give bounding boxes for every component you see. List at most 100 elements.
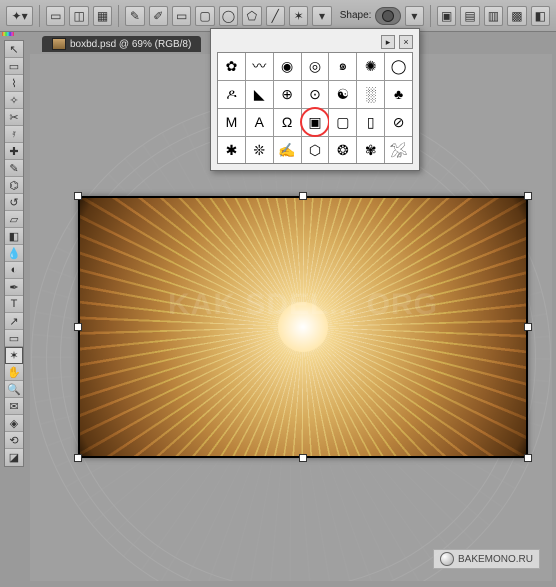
shape-ring[interactable]: ◯ [385, 53, 412, 80]
shape-flower[interactable]: ✾ [357, 137, 384, 164]
shape-frame-square[interactable]: ▣ [302, 109, 329, 136]
freeform-pen-icon[interactable]: ✐ [149, 6, 168, 26]
combine-exclude-icon[interactable]: ▩ [507, 6, 526, 26]
document-title: boxbd.psd @ 69% (RGB/8) [70, 39, 191, 50]
shape-frame-soft[interactable]: ▢ [329, 109, 356, 136]
tool-wand[interactable]: ✧ [5, 92, 23, 109]
shape-grid: ✿ 〰 ◉ ◎ ๑ ✺ ◯ ዶ ◣ ⊕ ⊙ ☯ ░ ♣ M A Ω ▣ ▢ ▯ … [217, 52, 413, 164]
polygon-icon[interactable]: ⬠ [242, 6, 261, 26]
handle-bottom-right[interactable] [524, 454, 532, 462]
shape-target[interactable]: ◎ [302, 53, 329, 80]
separator [39, 5, 40, 27]
shape-no-entry[interactable]: ⊘ [385, 109, 412, 136]
tool-clone[interactable]: ⌬ [5, 177, 23, 194]
shape-spiral[interactable]: ๑ [329, 53, 356, 80]
document-tab[interactable]: boxbd.psd @ 69% (RGB/8) [42, 36, 201, 52]
shape-dot-ring[interactable]: ⊙ [302, 81, 329, 108]
tool-history-brush[interactable]: ↺ [5, 194, 23, 211]
tool-gradient[interactable]: ◧ [5, 228, 23, 245]
shape-swatch[interactable] [375, 7, 400, 25]
handle-top-left[interactable] [74, 192, 82, 200]
rrect-icon[interactable]: ▢ [195, 6, 214, 26]
tool-dodge[interactable]: ◐ [5, 262, 23, 279]
pen-icon[interactable]: ✎ [125, 6, 144, 26]
shape-halftone[interactable]: ░ [357, 81, 384, 108]
shape-yin[interactable]: ☯ [329, 81, 356, 108]
tool-zoom[interactable]: 🔍 [5, 381, 23, 398]
shape-label: Shape: [340, 10, 372, 21]
shape-circle-ornate[interactable]: ◉ [274, 53, 301, 80]
tool-eraser[interactable]: ▱ [5, 211, 23, 228]
shape-bird[interactable]: 𓅮 [385, 137, 412, 164]
handle-top-mid[interactable] [299, 192, 307, 200]
handle-mid-left[interactable] [74, 323, 82, 331]
tool-pen[interactable]: ✒ [5, 279, 23, 296]
combine-subtract-icon[interactable]: ▤ [460, 6, 479, 26]
footer-logo-icon [440, 552, 454, 566]
artwork-frame[interactable]: KAK SDEL... ORG [78, 196, 528, 458]
selection-highlight-icon [300, 107, 330, 137]
shape-swatch-icon [382, 10, 394, 22]
tool-rotate-view[interactable]: ⟲ [5, 432, 23, 449]
shape-swirl[interactable]: 〰 [246, 53, 273, 80]
shape-splat-a[interactable]: ✱ [218, 137, 245, 164]
handle-bottom-left[interactable] [74, 454, 82, 462]
custom-shape-picker: ▸ × ✿ 〰 ◉ ◎ ๑ ✺ ◯ ዶ ◣ ⊕ ⊙ ☯ ░ ♣ M A Ω ▣ … [210, 28, 420, 171]
fill-pixels-icon[interactable]: ▦ [93, 6, 112, 26]
custom-shape-icon[interactable]: ✶ [289, 6, 308, 26]
tool-rectangle[interactable]: ▭ [5, 330, 23, 347]
tool-type[interactable]: T [5, 296, 23, 313]
shape-picker-close-icon[interactable]: × [399, 35, 413, 49]
tool-custom-shape[interactable]: ✶ [5, 347, 23, 364]
paths-icon[interactable]: ◫ [69, 6, 88, 26]
shape-picker-menu-icon[interactable]: ▸ [381, 35, 395, 49]
shape-tree[interactable]: ♣ [385, 81, 412, 108]
color-strip-icon [2, 32, 14, 36]
toolbox: ↖ ▭ ⌇ ✧ ✂ 𝄿 ✚ ✎ ⌬ ↺ ▱ ◧ 💧 ◐ ✒ T ↗ ▭ ✶ ✋ … [4, 40, 24, 467]
tool-brush[interactable]: ✎ [5, 160, 23, 177]
shape-dropdown-icon[interactable]: ▾ [405, 6, 424, 26]
tool-crop[interactable]: ✂ [5, 109, 23, 126]
shape-omega[interactable]: Ω [274, 109, 301, 136]
combine-add-icon[interactable]: ▣ [437, 6, 456, 26]
tool-swatches[interactable]: ◪ [5, 449, 23, 466]
tool-hand[interactable]: ✋ [5, 364, 23, 381]
shape-globe[interactable]: ⊕ [274, 81, 301, 108]
shape-layers-icon[interactable]: ▭ [46, 6, 65, 26]
tool-blur[interactable]: 💧 [5, 245, 23, 262]
tool-path-select[interactable]: ↗ [5, 313, 23, 330]
tool-preset-picker[interactable]: ✦▾ [6, 6, 33, 26]
tool-marquee[interactable]: ▭ [5, 58, 23, 75]
rect-icon[interactable]: ▭ [172, 6, 191, 26]
style-icon[interactable]: ◧ [531, 6, 550, 26]
shape-portrait[interactable]: ▯ [357, 109, 384, 136]
shape-hex[interactable]: ⬡ [302, 137, 329, 164]
tool-3d[interactable]: ◈ [5, 415, 23, 432]
combine-intersect-icon[interactable]: ▥ [484, 6, 503, 26]
handle-top-right[interactable] [524, 192, 532, 200]
document-thumb-icon [52, 38, 66, 50]
ellipse-icon[interactable]: ◯ [219, 6, 238, 26]
handle-bottom-mid[interactable] [299, 454, 307, 462]
tool-move[interactable]: ↖ [5, 41, 23, 58]
footer-watermark-text: BAKEMONO.RU [458, 554, 533, 565]
handle-mid-right[interactable] [524, 323, 532, 331]
shape-starburst[interactable]: ✺ [357, 53, 384, 80]
footer-watermark: BAKEMONO.RU [433, 549, 540, 569]
separator [118, 5, 119, 27]
shape-letter-m[interactable]: M [218, 109, 245, 136]
shape-picker-header: ▸ × [217, 35, 413, 49]
shape-splat-b[interactable]: ❊ [246, 137, 273, 164]
shape-corner[interactable]: ◣ [246, 81, 273, 108]
line-icon[interactable]: ╱ [266, 6, 285, 26]
geometry-options-icon[interactable]: ▾ [312, 6, 331, 26]
shape-brush[interactable]: ✍ [274, 137, 301, 164]
shape-leaf[interactable]: ✿ [218, 53, 245, 80]
tool-notes[interactable]: ✉ [5, 398, 23, 415]
shape-ornament[interactable]: ❂ [329, 137, 356, 164]
tool-healing[interactable]: ✚ [5, 143, 23, 160]
shape-cat[interactable]: ዶ [218, 81, 245, 108]
shape-letter-a[interactable]: A [246, 109, 273, 136]
tool-eyedropper[interactable]: 𝄿 [5, 126, 23, 143]
tool-lasso[interactable]: ⌇ [5, 75, 23, 92]
